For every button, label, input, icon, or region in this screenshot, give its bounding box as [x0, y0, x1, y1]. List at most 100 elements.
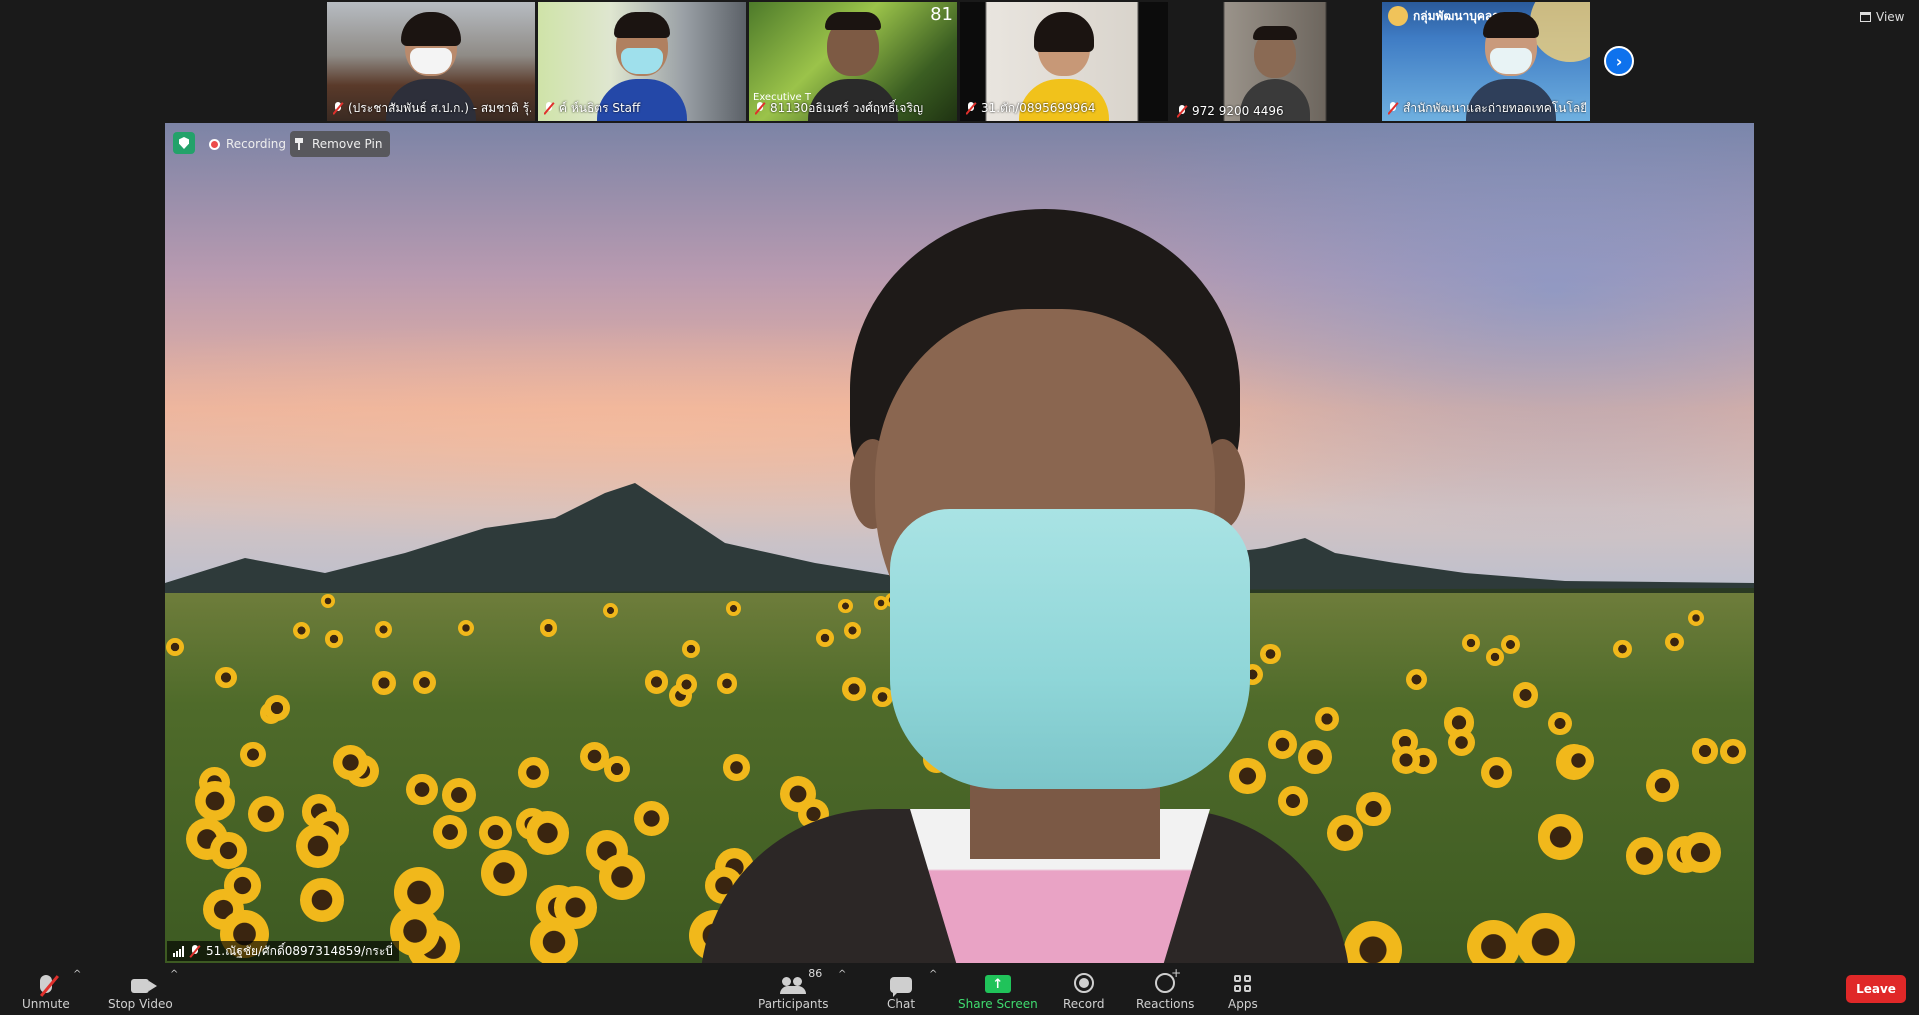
sunflower-decoration: [603, 602, 619, 618]
stop-video-button[interactable]: Stop Video: [108, 969, 173, 1011]
reactions-button[interactable]: Reactions: [1136, 966, 1194, 1011]
sunflower-decoration: [263, 695, 290, 722]
speaker-figure: [700, 209, 1350, 963]
sunflower-decoration: [239, 741, 266, 768]
sunflower-decoration: [1679, 831, 1722, 874]
sunflower-decoration: [481, 850, 527, 897]
share-screen-button[interactable]: ↑ Share Screen: [958, 969, 1038, 1011]
sunflower-decoration: [676, 673, 697, 695]
leave-button[interactable]: Leave: [1846, 975, 1906, 1003]
recording-indicator[interactable]: Recording: [209, 133, 286, 155]
sunflower-decoration: [371, 671, 396, 695]
participants-count: 86: [808, 967, 823, 980]
sunflower-decoration: [1481, 756, 1513, 788]
sunflower-decoration: [300, 878, 345, 922]
video-camera-icon: [131, 979, 158, 993]
sunflower-decoration: [554, 886, 597, 929]
sunflower-decoration: [1548, 711, 1572, 735]
smiley-icon: [1155, 966, 1181, 993]
participant-tile[interactable]: 81 Executive T 81130อธิเมศร์ วงศ์ฤทธิ์เจ…: [749, 2, 957, 121]
mic-muted-icon: [190, 944, 200, 958]
participant-name: สำนักพัฒนาและถ่ายทอดเทคโนโลยี ...: [1388, 99, 1586, 118]
record-icon: [1073, 973, 1094, 993]
sunflower-decoration: [1692, 738, 1718, 764]
sunflower-decoration: [525, 810, 570, 855]
sunflower-decoration: [1645, 768, 1680, 803]
sunflower-decoration: [1665, 632, 1684, 652]
participants-options-caret[interactable]: ^: [838, 969, 846, 980]
sunflower-decoration: [406, 773, 438, 805]
participant-name: 31.ตัก/0895699964: [966, 99, 1164, 118]
sunflower-decoration: [1344, 921, 1403, 963]
mic-muted-icon: [1177, 104, 1187, 118]
speaker-name-label: 51.ณัฐชัย/ศักดิ์0897314859/กระบี่: [167, 941, 399, 961]
sunflower-decoration: [293, 622, 311, 640]
mic-muted-icon: [544, 102, 554, 115]
pin-icon: [295, 138, 306, 150]
unmute-button[interactable]: Unmute: [22, 969, 70, 1011]
sunflower-decoration: [1613, 639, 1632, 659]
sunflower-decoration: [1537, 814, 1584, 860]
sunflower-decoration: [413, 670, 437, 694]
mic-muted-icon: [333, 102, 343, 115]
sunflower-decoration: [1461, 633, 1481, 652]
record-button[interactable]: Record: [1063, 969, 1104, 1011]
audio-options-caret[interactable]: ^: [73, 969, 81, 980]
sunflower-decoration: [457, 620, 474, 637]
video-options-caret[interactable]: ^: [170, 969, 178, 980]
sunflower-decoration: [1625, 836, 1664, 875]
sunflower-decoration: [1720, 738, 1746, 765]
overlay-number: 81: [930, 4, 953, 25]
sunflower-decoration: [634, 801, 669, 836]
microphone-muted-icon: [39, 975, 59, 997]
mic-muted-icon: [755, 102, 765, 115]
apps-button[interactable]: Apps: [1228, 969, 1258, 1011]
security-shield-icon[interactable]: [173, 132, 195, 154]
next-page-button[interactable]: ›: [1604, 46, 1634, 76]
sunflower-decoration: [325, 630, 343, 648]
view-button[interactable]: View: [1860, 10, 1904, 24]
participants-icon: [780, 977, 807, 994]
participant-tile[interactable]: 31.ตัก/0895699964: [960, 2, 1168, 121]
active-speaker-video[interactable]: Recording Remove Pin 51.ณัฐชัย/ศักดิ์089…: [165, 123, 1754, 963]
sunflower-decoration: [539, 619, 558, 637]
chevron-right-icon: ›: [1615, 51, 1623, 71]
sunflower-decoration: [215, 666, 237, 689]
sunflower-decoration: [1501, 634, 1521, 655]
mic-muted-icon: [1388, 102, 1398, 115]
sunflower-decoration: [1406, 669, 1428, 691]
participant-name: 81130อธิเมศร์ วงศ์ฤทธิ์เจริญ: [755, 99, 953, 118]
sunflower-decoration: [296, 824, 340, 868]
remove-pin-button[interactable]: Remove Pin: [290, 131, 391, 157]
mic-muted-icon: [966, 102, 976, 115]
participant-name: ค์ ห์นธิตร Staff: [544, 99, 742, 118]
participant-filmstrip: (ประชาสัมพันธ์ ส.ป.ก.) - สมชาติ รุ้... ค…: [327, 2, 1590, 121]
sunflower-decoration: [1687, 609, 1705, 626]
sunflower-decoration: [247, 795, 285, 833]
participant-tile[interactable]: ค์ ห์นธิตร Staff: [538, 2, 746, 121]
participant-tile[interactable]: (ประชาสัมพันธ์ ส.ป.ก.) - สมชาติ รุ้...: [327, 2, 535, 121]
chat-button[interactable]: Chat: [887, 969, 915, 1011]
meeting-toolbar: Unmute ^ Stop Video ^ 86 Participants ^ …: [0, 963, 1919, 1015]
participant-tile[interactable]: กลุ่มพัฒนาบุคลากร สำนักพัฒนาและถ่ายทอดเท…: [1382, 2, 1590, 121]
participant-name: (ประชาสัมพันธ์ ส.ป.ก.) - สมชาติ รุ้...: [333, 99, 531, 118]
sunflower-decoration: [644, 669, 669, 694]
recording-dot-icon: [209, 138, 220, 150]
sunflower-decoration: [441, 777, 476, 812]
sunflower-decoration: [1563, 744, 1595, 776]
sunflower-decoration: [333, 744, 368, 780]
signal-strength-icon: [173, 945, 184, 957]
participant-tile[interactable]: 972 9200 4496: [1171, 2, 1379, 121]
sunflower-decoration: [375, 621, 392, 638]
zoom-meeting-window: (ประชาสัมพันธ์ ส.ป.ก.) - สมชาติ รุ้... ค…: [0, 0, 1919, 1015]
grid-view-icon: [1860, 12, 1871, 22]
face-mask: [890, 509, 1250, 789]
sunflower-decoration: [603, 756, 631, 783]
sunflower-decoration: [166, 638, 185, 656]
sunflower-decoration: [1467, 919, 1521, 963]
sunflower-decoration: [1356, 791, 1391, 827]
sunflower-decoration: [681, 640, 700, 659]
participants-button[interactable]: 86 Participants: [758, 967, 829, 1011]
sunflower-decoration: [1447, 729, 1475, 757]
chat-options-caret[interactable]: ^: [929, 969, 937, 980]
